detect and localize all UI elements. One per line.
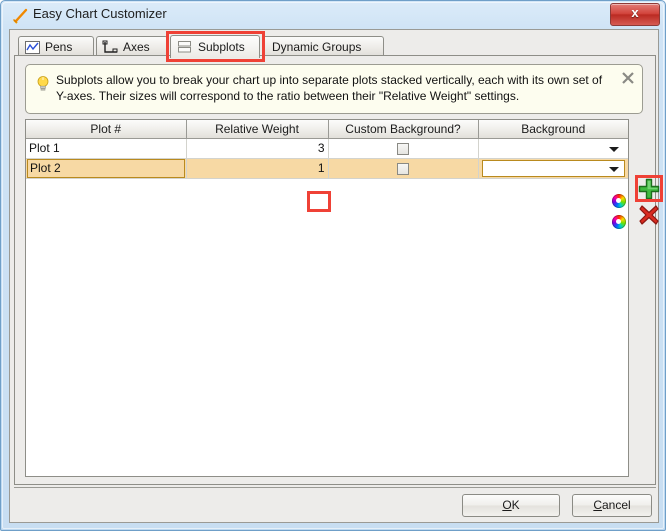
tab-dynamic-groups-label: Dynamic Groups — [272, 40, 362, 54]
window-title: Easy Chart Customizer — [33, 6, 167, 21]
window-close-button[interactable]: x — [610, 3, 660, 26]
color-picker-icon[interactable] — [612, 215, 626, 229]
cell-relative-weight[interactable]: 3 — [186, 138, 329, 159]
cell-plot-name-value: Plot 2 — [27, 158, 185, 178]
stacked-plots-icon — [176, 39, 193, 54]
tab-subplots[interactable]: Subplots — [170, 35, 260, 58]
subplots-tab-panel: Subplots allow you to break your chart u… — [14, 55, 663, 485]
color-picker-icon[interactable] — [612, 194, 626, 208]
info-banner-close-icon[interactable] — [621, 71, 635, 85]
cancel-button-label: ancel — [601, 498, 631, 512]
background-combobox[interactable] — [481, 159, 625, 177]
cell-plot-name[interactable]: Plot 1 — [26, 138, 187, 159]
ok-button-mnemonic: O — [502, 498, 512, 512]
cell-plot-name[interactable]: Plot 2 — [26, 158, 187, 179]
tab-pens-label: Pens — [45, 40, 73, 54]
add-subplot-button[interactable] — [637, 177, 661, 201]
cell-custom-background[interactable] — [328, 158, 479, 179]
custom-background-checkbox[interactable] — [397, 162, 409, 175]
dialog-button-bar: OK Cancel — [14, 487, 656, 520]
cell-relative-weight[interactable]: 1 — [186, 158, 329, 179]
column-header-relative-weight[interactable]: Relative Weight — [186, 120, 329, 139]
table-row[interactable]: Plot 1 3 — [26, 138, 628, 159]
cell-background[interactable] — [478, 138, 628, 159]
cancel-button-mnemonic: C — [593, 498, 602, 512]
column-header-background[interactable]: Background — [478, 120, 628, 139]
cell-custom-background[interactable] — [328, 138, 479, 159]
chevron-down-icon — [609, 166, 619, 172]
title-bar: Easy Chart Customizer x — [1, 1, 665, 29]
table-row[interactable]: Plot 2 1 — [26, 158, 628, 179]
subplots-table: Plot # Relative Weight Custom Background… — [25, 119, 629, 477]
custom-background-checkbox[interactable] — [397, 142, 409, 155]
cell-background[interactable] — [478, 158, 628, 179]
axes-icon — [102, 40, 119, 55]
background-combobox[interactable] — [481, 139, 625, 157]
column-header-custom-background[interactable]: Custom Background? — [328, 120, 479, 139]
column-header-plot[interactable]: Plot # — [26, 120, 187, 139]
ok-button-label: K — [511, 498, 520, 512]
remove-subplot-button[interactable] — [637, 203, 661, 227]
tab-subplots-label: Subplots — [198, 40, 245, 54]
tab-axes-label: Axes — [123, 40, 150, 54]
info-banner-text: Subplots allow you to break your chart u… — [56, 73, 603, 103]
subplots-grid: Plot # Relative Weight Custom Background… — [26, 120, 628, 179]
cancel-button[interactable]: Cancel — [572, 494, 652, 517]
lightbulb-icon — [36, 75, 50, 93]
close-icon: x — [631, 5, 639, 20]
dialog-window: Easy Chart Customizer x Pens Axes Subplo… — [0, 0, 666, 531]
pen-chart-icon — [11, 7, 29, 25]
chevron-down-icon — [609, 146, 619, 152]
info-banner: Subplots allow you to break your chart u… — [25, 64, 643, 114]
table-header-row: Plot # Relative Weight Custom Background… — [26, 120, 628, 139]
dialog-client-area: Pens Axes Subplots Dynamic Groups Subplo… — [9, 29, 663, 523]
line-chart-icon — [24, 40, 41, 55]
ok-button[interactable]: OK — [462, 494, 560, 517]
